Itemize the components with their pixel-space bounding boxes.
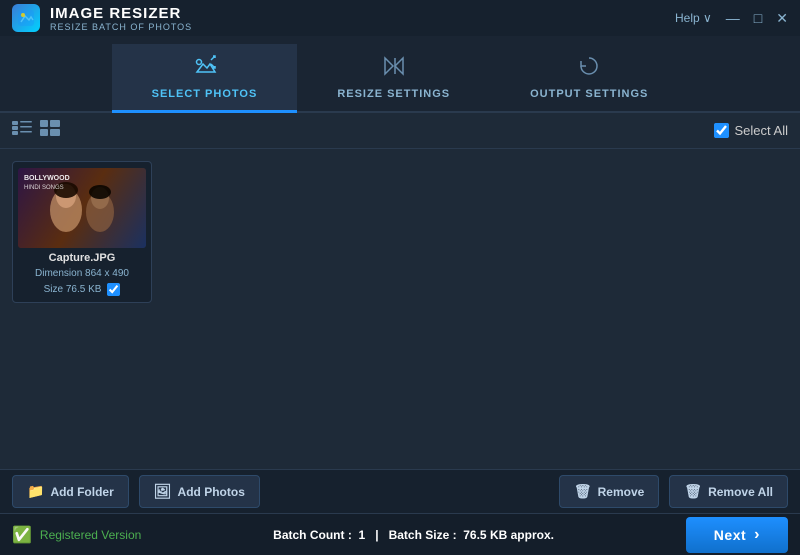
list-view-icon[interactable] [12,120,32,141]
tab-output-settings[interactable]: OUTPUT SETTINGS [490,44,688,113]
toolbar: Select All [0,113,800,149]
titlebar-left: IMAGE RESIZER RESIZE BATCH OF PHOTOS [12,4,192,32]
tab-select-photos[interactable]: SELECT PHOTOS [112,44,298,113]
view-icons [12,120,60,141]
select-all-area: Select All [714,123,788,138]
app-icon [12,4,40,32]
tab-resize-label: RESIZE SETTINGS [337,88,450,100]
remove-all-icon: 🗑 [684,483,702,500]
photo-thumbnail: BOLLYWOOD HINDI SONGS [18,168,146,248]
statusbar: ✅ Registered Version Batch Count : 1 | B… [0,513,800,555]
photo-card: BOLLYWOOD HINDI SONGS [12,161,152,303]
status-left: ✅ Registered Version [12,525,141,545]
tab-output-label: OUTPUT SETTINGS [530,88,648,100]
svg-text:HINDI SONGS: HINDI SONGS [24,185,64,191]
registered-label: Registered Version [40,528,141,542]
svg-text:BOLLYWOOD: BOLLYWOOD [24,175,70,182]
folder-icon: 📁 [27,483,44,500]
batch-separator: | [375,528,378,542]
remove-label: Remove [598,485,645,499]
photo-size: Size 76.5 KB [44,284,102,295]
select-photos-icon [191,54,217,84]
status-center: Batch Count : 1 | Batch Size : 76.5 KB a… [273,528,554,542]
next-button[interactable]: Next › [686,517,788,553]
tabbar: SELECT PHOTOS RESIZE SETTINGS OUTPUT SET… [0,36,800,113]
thumb-svg: BOLLYWOOD HINDI SONGS [18,168,146,248]
remove-button[interactable]: 🗑 Remove [559,475,659,508]
batch-size-label: Batch Size : [389,528,457,542]
add-photos-button[interactable]: 🖼 Add Photos [139,475,260,508]
action-right: 🗑 Remove 🗑 Remove All [559,475,788,508]
remove-all-button[interactable]: 🗑 Remove All [669,475,788,508]
titlebar-right: Help ∨ — □ ✕ [675,11,788,25]
add-photos-label: Add Photos [178,485,245,499]
resize-settings-icon [381,54,407,84]
add-photo-icon: 🖼 [154,483,172,500]
action-left: 📁 Add Folder 🖼 Add Photos [12,475,260,508]
minimize-button[interactable]: — [726,11,740,25]
add-folder-button[interactable]: 📁 Add Folder [12,475,129,508]
output-settings-icon [576,54,602,84]
batch-count-value: 1 [358,528,365,542]
next-arrow-icon: › [754,526,760,544]
next-label: Next [714,527,746,543]
maximize-button[interactable]: □ [754,11,762,25]
batch-count-label: Batch Count : [273,528,352,542]
remove-icon: 🗑 [574,483,592,500]
registered-icon: ✅ [12,525,32,545]
app-title-block: IMAGE RESIZER RESIZE BATCH OF PHOTOS [50,5,192,32]
remove-all-label: Remove All [708,485,773,499]
close-button[interactable]: ✕ [776,11,788,25]
titlebar: IMAGE RESIZER RESIZE BATCH OF PHOTOS Hel… [0,0,800,36]
select-all-label: Select All [735,123,788,138]
tab-resize-settings[interactable]: RESIZE SETTINGS [297,44,490,113]
photo-filename: Capture.JPG [49,252,116,264]
action-bar: 📁 Add Folder 🖼 Add Photos 🗑 Remove 🗑 Rem… [0,469,800,513]
photo-size-row: Size 76.5 KB [44,283,121,296]
photo-dimension: Dimension 864 x 490 [35,268,129,279]
photo-checkbox[interactable] [107,283,120,296]
photo-grid: BOLLYWOOD HINDI SONGS [0,149,800,469]
help-button[interactable]: Help ∨ [675,11,712,25]
app-title: IMAGE RESIZER [50,5,192,22]
batch-size-value: 76.5 KB approx. [463,528,554,542]
select-all-checkbox[interactable] [714,123,729,138]
add-folder-label: Add Folder [50,485,113,499]
app-subtitle: RESIZE BATCH OF PHOTOS [50,22,192,32]
tab-select-label: SELECT PHOTOS [152,88,258,100]
grid-view-icon[interactable] [40,120,60,141]
